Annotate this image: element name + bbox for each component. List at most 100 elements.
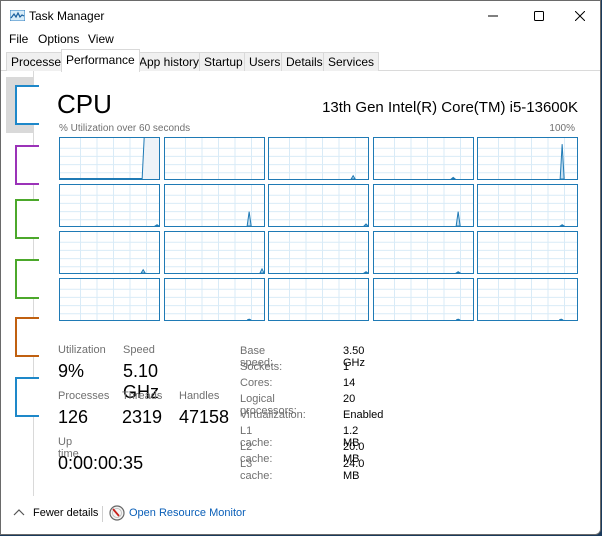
- minimize-icon: [488, 15, 498, 17]
- sidebar-item-ethernet[interactable]: [6, 309, 39, 365]
- info-label: Cores:: [240, 377, 273, 389]
- logical-processor-graph: [372, 184, 474, 227]
- logical-processor-graph: [59, 137, 160, 180]
- cpu-model-name: 13th Gen Intel(R) Core(TM) i5-13600K: [322, 99, 578, 116]
- task-manager-window: Task Manager File Options View Processes…: [0, 0, 601, 535]
- speed-label: Speed: [123, 344, 155, 356]
- graph-canvas: [478, 185, 577, 226]
- cpu-thumbnail: [15, 85, 39, 125]
- window-title: Task Manager: [29, 9, 105, 23]
- handles-value: 47158: [179, 407, 230, 427]
- graph-canvas: [60, 279, 159, 320]
- sidebar-item-gpu[interactable]: [6, 369, 39, 425]
- graph-canvas: [373, 279, 473, 320]
- graph-canvas: [60, 138, 159, 179]
- graph-canvas: [269, 232, 368, 273]
- footer-divider: [102, 506, 103, 522]
- cpu-heading: CPU: [57, 89, 112, 119]
- maximize-button[interactable]: [517, 1, 561, 31]
- graph-canvas: [269, 185, 368, 226]
- info-label: L3 cache:: [240, 458, 273, 482]
- graph-canvas: [269, 138, 368, 179]
- title-bar: Task Manager: [1, 1, 600, 31]
- menu-file[interactable]: File: [9, 32, 28, 46]
- utilization-spike: [455, 318, 460, 320]
- graph-canvas: [478, 138, 577, 179]
- logical-processor-graph: [163, 137, 265, 180]
- logical-processor-graph: [268, 184, 369, 227]
- open-resource-monitor-link[interactable]: Open Resource Monitor: [129, 507, 246, 519]
- graph-canvas: [269, 279, 368, 320]
- graph-canvas: [164, 185, 264, 226]
- sidebar-item-disk-0[interactable]: [6, 191, 39, 247]
- menu-view[interactable]: View: [88, 32, 114, 46]
- utilization-spike: [559, 144, 565, 179]
- tab-services[interactable]: Services: [323, 52, 380, 71]
- tab-startup[interactable]: Startup: [199, 52, 248, 71]
- gpu-thumbnail: [15, 377, 39, 417]
- graph-canvas: [164, 138, 264, 179]
- utilization-spike: [350, 174, 356, 179]
- menu-options[interactable]: Options: [38, 32, 79, 46]
- threads-label: Threads: [122, 390, 163, 402]
- info-value: 1: [343, 361, 350, 373]
- minimize-button[interactable]: [471, 1, 515, 31]
- footer-bar: Fewer details Open Resource Monitor: [1, 496, 600, 534]
- tab-details[interactable]: Details: [281, 52, 328, 71]
- sidebar-item-disk-1[interactable]: [6, 251, 39, 307]
- utilization-spike: [454, 271, 461, 273]
- graph-canvas: [478, 279, 577, 320]
- utilization-label: Utilization: [58, 344, 106, 356]
- uptime-value: 0:00:00:35: [58, 453, 144, 473]
- utilization-spike: [558, 318, 564, 320]
- graph-canvas: [373, 138, 473, 179]
- graph-canvas: [60, 185, 159, 226]
- graph-max-label: 100%: [549, 123, 575, 134]
- tab-bar: Processes Performance App history Startu…: [1, 49, 600, 72]
- logical-processor-graph: [163, 278, 265, 321]
- utilization-value: 9%: [58, 361, 85, 381]
- graph-canvas: [164, 279, 264, 320]
- graph-canvas: [478, 232, 577, 273]
- utilization-spike: [455, 211, 461, 226]
- menu-bar: File Options View: [1, 31, 600, 49]
- utilization-spike: [140, 268, 146, 273]
- close-icon: [575, 11, 585, 21]
- logical-processor-graph: [477, 231, 578, 274]
- sidebar-item-memory[interactable]: [6, 137, 39, 193]
- utilization-spike: [246, 318, 251, 320]
- chevron-up-icon[interactable]: [13, 508, 25, 518]
- utilization-spike: [559, 224, 566, 226]
- task-manager-icon: [10, 10, 25, 21]
- ethernet-thumbnail: [15, 317, 39, 357]
- logical-processor-graph: [59, 231, 160, 274]
- processes-value: 126: [58, 407, 89, 427]
- maximize-icon: [534, 11, 544, 21]
- close-button[interactable]: [558, 1, 600, 31]
- utilization-spike: [449, 176, 456, 179]
- logical-processor-graph: [268, 278, 369, 321]
- utilization-spike: [363, 223, 368, 226]
- sidebar-item-cpu[interactable]: [6, 77, 39, 133]
- graph-canvas: [164, 232, 264, 273]
- logical-processor-graphs: [59, 137, 579, 322]
- utilization-spike: [246, 211, 252, 226]
- utilization-area: [142, 138, 159, 179]
- fewer-details-button[interactable]: Fewer details: [33, 507, 98, 519]
- resource-sidebar: [1, 71, 39, 496]
- graph-canvas: [373, 232, 473, 273]
- info-label: Sockets:: [240, 361, 283, 373]
- performance-pane: CPU 13th Gen Intel(R) Core(TM) i5-13600K…: [1, 71, 600, 496]
- tab-users[interactable]: Users: [244, 52, 286, 71]
- disk-0-thumbnail: [15, 199, 39, 239]
- tab-app-history[interactable]: App history: [134, 52, 205, 71]
- info-value: 14: [343, 377, 356, 389]
- logical-processor-graph: [372, 137, 474, 180]
- logical-processor-graph: [59, 278, 160, 321]
- graph-caption: % Utilization over 60 seconds: [59, 123, 191, 134]
- info-value: 24.0 MB: [343, 458, 365, 482]
- info-label: Virtualization:: [240, 409, 306, 421]
- tab-performance[interactable]: Performance: [61, 49, 140, 72]
- memory-thumbnail: [15, 145, 39, 185]
- processes-label: Processes: [58, 390, 110, 402]
